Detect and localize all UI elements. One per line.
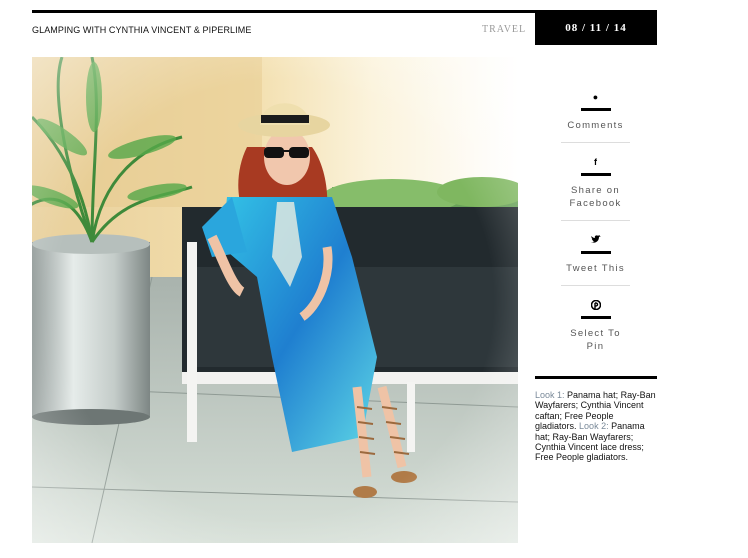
look-caption: Look 1: Panama hat; Ray-Ban Wayfarers; C… — [535, 390, 657, 463]
category-link[interactable]: TRAVEL — [482, 24, 526, 35]
post-photo[interactable] — [32, 57, 518, 543]
icon-bar — [580, 251, 611, 254]
tweet-button[interactable]: Tweet This — [561, 235, 630, 286]
post-title[interactable]: GLAMPING WITH CYNTHIA VINCENT & PIPERLIM… — [32, 25, 251, 35]
look2-label: Look 2: — [579, 421, 609, 432]
pinterest-icon — [561, 299, 630, 311]
facebook-icon: f — [594, 157, 597, 167]
icon-bar — [580, 108, 611, 111]
look1-label: Look 1: — [535, 390, 565, 400]
photo-illustration — [32, 57, 518, 543]
comment-icon: ● — [592, 92, 599, 102]
facebook-share-button[interactable]: f Share on Facebook — [561, 157, 630, 221]
tweet-label: Tweet This — [566, 263, 625, 274]
post-date: 08 / 11 / 14 — [535, 10, 657, 45]
icon-bar — [580, 173, 611, 176]
twitter-icon — [561, 235, 630, 245]
share-sidebar: ● Comments f Share on Facebook Tweet Thi… — [561, 92, 630, 353]
caption-block: Look 1: Panama hat; Ray-Ban Wayfarers; C… — [535, 376, 657, 463]
icon-bar — [580, 316, 611, 319]
divider — [561, 220, 630, 221]
pin-button[interactable]: Select To Pin — [561, 299, 630, 353]
post-header: GLAMPING WITH CYNTHIA VINCENT & PIPERLIM… — [32, 10, 657, 45]
facebook-label: Share on Facebook — [569, 185, 622, 209]
divider — [561, 285, 630, 286]
comments-label: Comments — [567, 120, 624, 131]
comments-button[interactable]: ● Comments — [561, 92, 630, 143]
pin-label: Select To Pin — [570, 328, 621, 352]
divider — [561, 142, 630, 143]
